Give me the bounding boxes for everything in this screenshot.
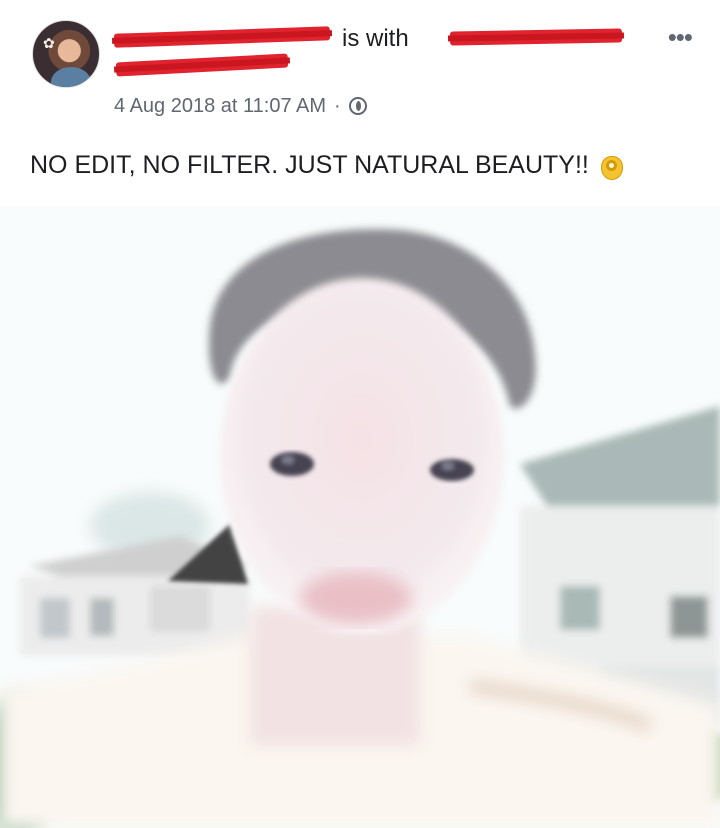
avatar-shoulder bbox=[51, 67, 91, 87]
is-with-text: is with bbox=[342, 25, 409, 52]
caption-text: NO EDIT, NO FILTER. JUST NATURAL BEAUTY!… bbox=[30, 150, 589, 179]
facebook-post: ✿ is with ••• 4 Aug 2018 at 11:07 AM · N… bbox=[0, 0, 720, 828]
post-timestamp[interactable]: 4 Aug 2018 at 11:07 AM bbox=[114, 95, 326, 118]
profile-avatar[interactable]: ✿ bbox=[32, 20, 100, 88]
redacted-tagged-name[interactable] bbox=[449, 28, 623, 46]
post-caption: NO EDIT, NO FILTER. JUST NATURAL BEAUTY!… bbox=[30, 148, 690, 182]
ok-hand-icon bbox=[599, 148, 625, 182]
post-author-line: is with bbox=[113, 18, 634, 77]
globe-icon[interactable] bbox=[348, 97, 367, 115]
more-options-button[interactable]: ••• bbox=[668, 24, 693, 50]
redacted-author-name-line2 bbox=[115, 53, 289, 77]
post-meta: 4 Aug 2018 at 11:07 AM · bbox=[114, 92, 367, 120]
redacted-author-name[interactable] bbox=[113, 26, 331, 48]
flower-icon: ✿ bbox=[43, 35, 55, 51]
meta-separator: · bbox=[334, 94, 341, 117]
post-photo[interactable] bbox=[0, 206, 720, 828]
